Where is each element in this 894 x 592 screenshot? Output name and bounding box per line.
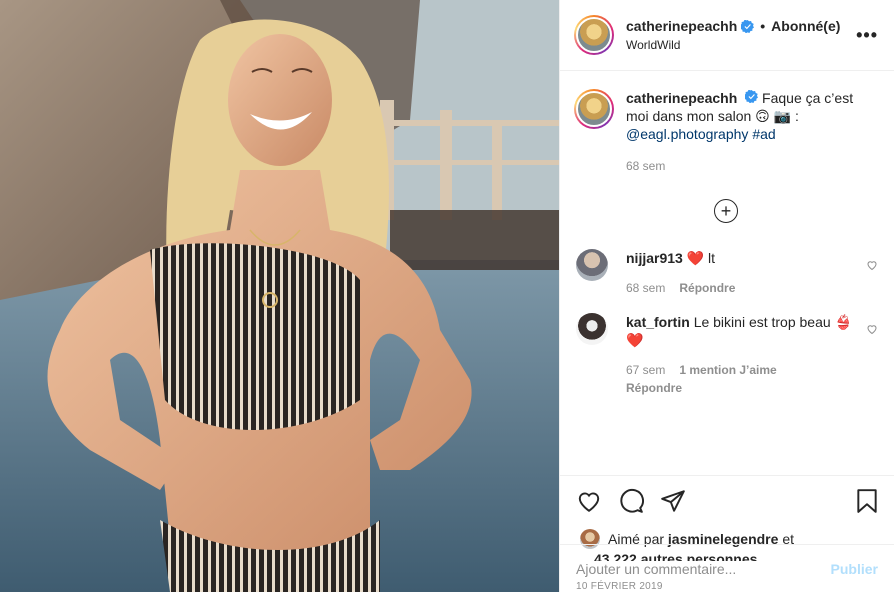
caption-username[interactable]: catherinepeachh	[626, 90, 737, 106]
caption-age: 68 sem	[626, 159, 666, 173]
more-options-icon[interactable]: •••	[856, 25, 878, 46]
post-location[interactable]: WorldWild	[626, 38, 856, 52]
comment-text: ❤️ lt	[686, 250, 716, 266]
comment-age[interactable]: 68 sem	[626, 279, 665, 297]
commenter-avatar[interactable]	[576, 249, 608, 281]
reply-button[interactable]: Répondre	[626, 379, 682, 397]
comment-likes-count[interactable]: 1 mention J’aime	[679, 361, 776, 379]
instagram-post: catherinepeachh • Abonné(e) WorldWild ••…	[0, 0, 894, 592]
action-bar	[560, 475, 894, 525]
commenter-avatar[interactable]	[576, 313, 608, 345]
caption-hashtag-link[interactable]: #ad	[752, 126, 775, 142]
author-avatar[interactable]	[574, 15, 614, 55]
caption-avatar[interactable]	[574, 89, 614, 129]
load-more-plus-icon[interactable]: +	[714, 199, 738, 223]
verified-badge-icon	[745, 90, 759, 103]
post-side-panel: catherinepeachh • Abonné(e) WorldWild ••…	[559, 0, 894, 592]
comment-input[interactable]	[576, 560, 831, 577]
caption: catherinepeachh Faque ça c’est moi dans …	[574, 89, 878, 175]
post-photo[interactable]	[0, 0, 559, 592]
caption-mention-link[interactable]: @eagl.photography	[626, 126, 748, 142]
comment-item: kat_fortin Le bikini est trop beau 👙❤️ 6…	[574, 313, 878, 397]
add-comment-bar: Publier	[560, 544, 894, 592]
publish-button[interactable]: Publier	[831, 561, 878, 577]
commenter-username[interactable]: nijjar913	[626, 250, 683, 266]
reply-button[interactable]: Répondre	[679, 279, 735, 297]
comments-section: catherinepeachh Faque ça c’est moi dans …	[560, 71, 894, 475]
post-header: catherinepeachh • Abonné(e) WorldWild ••…	[560, 0, 894, 71]
heart-icon[interactable]	[576, 488, 602, 514]
author-info: catherinepeachh • Abonné(e) WorldWild	[626, 18, 856, 52]
separator-dot: •	[760, 18, 766, 34]
comment-like-heart-icon[interactable]	[866, 259, 878, 271]
load-more-comments: +	[574, 199, 878, 223]
share-icon[interactable]	[660, 488, 686, 514]
follow-status-button[interactable]: Abonné(e)	[771, 18, 840, 34]
photo-illustration	[0, 0, 559, 592]
author-username[interactable]: catherinepeachh	[626, 18, 737, 34]
verified-badge-icon	[741, 19, 755, 33]
commenter-username[interactable]: kat_fortin	[626, 314, 690, 330]
comment-icon[interactable]	[618, 488, 644, 514]
comment-item: nijjar913 ❤️ lt 68 sem Répondre	[574, 249, 878, 297]
bookmark-icon[interactable]	[854, 488, 880, 514]
comment-like-heart-icon[interactable]	[866, 323, 878, 335]
comment-age[interactable]: 67 sem	[626, 361, 665, 379]
